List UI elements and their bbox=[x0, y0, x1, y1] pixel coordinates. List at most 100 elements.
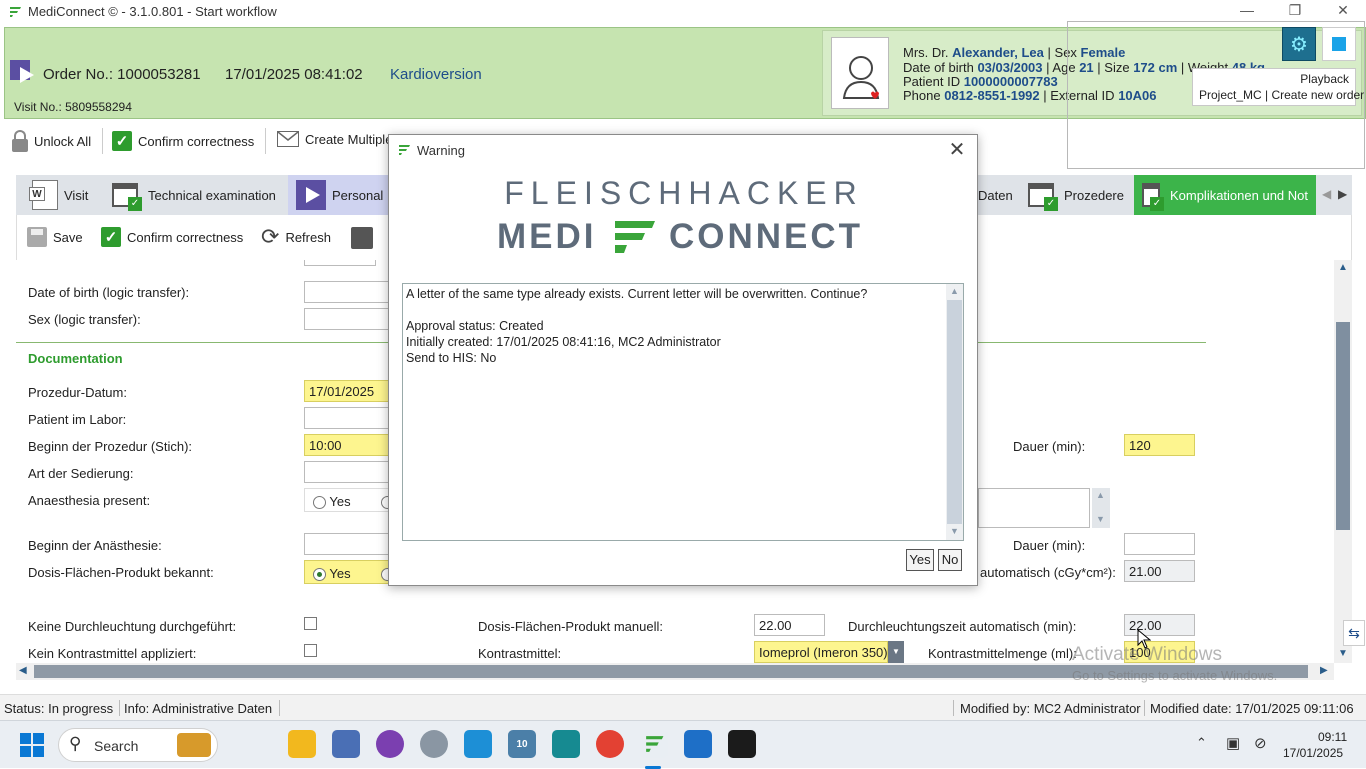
scroll-up-icon[interactable]: ▲ bbox=[1338, 262, 1348, 273]
stop-button[interactable] bbox=[1322, 27, 1356, 61]
volume-muted-icon[interactable]: ⊘ bbox=[1254, 734, 1267, 752]
scroll-up-icon[interactable]: ▲ bbox=[950, 286, 959, 296]
search-icon: ⚲ bbox=[69, 734, 82, 753]
field-beginn-anaesthesie[interactable] bbox=[304, 533, 394, 555]
create-multiple-button[interactable]: Create Multiple bbox=[277, 131, 392, 147]
yes-button[interactable]: Yes bbox=[906, 549, 934, 571]
chrome-icon[interactable] bbox=[596, 730, 624, 758]
vs-code-icon[interactable] bbox=[464, 730, 492, 758]
notepad-icon[interactable] bbox=[684, 730, 712, 758]
playback-project: Project_MC | Create new order bbox=[1199, 88, 1365, 102]
windows-start-icon[interactable] bbox=[20, 733, 44, 757]
tab-visit[interactable]: W Visit bbox=[24, 175, 96, 215]
label-kontrastmenge: Kontrastmittelmenge (ml): bbox=[928, 646, 1077, 661]
vertical-scroll-thumb[interactable] bbox=[1336, 322, 1350, 530]
field-patient-labor[interactable] bbox=[304, 407, 394, 429]
warning-dialog: Warning ✕ FLEISCHHACKER MEDI CONNECT A l… bbox=[388, 134, 978, 586]
field-dosis-auto[interactable]: 21.00 bbox=[1124, 560, 1195, 582]
checkbox-keine-durchleuchtung[interactable] bbox=[304, 617, 317, 630]
checkbox-kein-kontrast[interactable] bbox=[304, 644, 317, 657]
chevron-up-icon[interactable]: ⌃ bbox=[1196, 735, 1207, 751]
patient-line-3: Patient ID 1000000007783 bbox=[903, 74, 1058, 89]
calendar-app-icon[interactable]: 10 bbox=[508, 730, 536, 758]
scroll-down-icon[interactable]: ▼ bbox=[1338, 648, 1348, 659]
label-dob-logic: Date of birth (logic transfer): bbox=[28, 285, 190, 300]
clock-app-icon[interactable] bbox=[420, 730, 448, 758]
network-app-icon[interactable] bbox=[332, 730, 360, 758]
dialog-close-icon[interactable]: ✕ bbox=[945, 139, 969, 163]
radio-dosis-yes[interactable]: Yes bbox=[313, 566, 351, 582]
fleischhacker-logo: FLEISCHHACKER MEDI CONNECT bbox=[497, 175, 864, 256]
network-icon[interactable]: ▣ bbox=[1226, 734, 1240, 752]
field-prozedur-datum[interactable]: 17/01/2025 bbox=[304, 380, 394, 402]
procedure-name: Kardioversion bbox=[390, 66, 482, 83]
radio-anaesthesia-yes[interactable]: Yes bbox=[313, 494, 351, 510]
label-beginn-prozedur: Beginn der Prozedur (Stich): bbox=[28, 439, 193, 454]
modified-date: Modified date: 17/01/2025 09:11:06 bbox=[1150, 701, 1354, 716]
restore-button[interactable]: ❐ bbox=[1283, 2, 1307, 19]
section-documentation: Documentation bbox=[28, 351, 123, 366]
label-anaesthesia: Anaesthesia present: bbox=[28, 493, 151, 508]
listbox-right[interactable] bbox=[978, 488, 1090, 528]
scroll-left-icon[interactable]: ◀ bbox=[19, 665, 27, 676]
word-document-icon: W bbox=[29, 180, 58, 210]
status-divider bbox=[119, 700, 120, 716]
window-title: MediConnect © - 3.1.0.801 - Start workfl… bbox=[28, 4, 277, 19]
mouse-cursor-icon bbox=[1137, 629, 1151, 649]
label-prozedur-datum: Prozedur-Datum: bbox=[28, 385, 127, 400]
refresh-icon: ⟳ bbox=[261, 224, 280, 249]
refresh-button[interactable]: ⟳ Refresh bbox=[261, 224, 331, 249]
field-dauer-1[interactable]: 120 bbox=[1124, 434, 1195, 456]
playback-gear-icon[interactable]: ⚙ bbox=[1282, 27, 1316, 61]
tab-prozedere[interactable]: Prozedere bbox=[1020, 175, 1132, 215]
field-durchleuchtungszeit[interactable]: 22.00 bbox=[1124, 614, 1195, 636]
status-text: Status: In progress bbox=[4, 701, 114, 716]
taskbar-search[interactable]: ⚲ Search bbox=[58, 728, 218, 762]
confirm-correctness-button[interactable]: ✓ Confirm correctness bbox=[112, 131, 254, 151]
no-button[interactable]: No bbox=[938, 549, 962, 571]
message-scroll-thumb[interactable] bbox=[947, 300, 962, 524]
confirm-correctness-button-2[interactable]: ✓ Confirm correctness bbox=[101, 227, 243, 247]
xray-icon[interactable] bbox=[351, 227, 373, 249]
order-play-icon[interactable] bbox=[10, 60, 34, 83]
status-bar: Status: In progress Info: Administrative… bbox=[0, 694, 1366, 720]
tab-technical-examination[interactable]: Technical examination bbox=[104, 175, 284, 215]
field-partial-top[interactable] bbox=[304, 260, 376, 266]
terminal-icon[interactable] bbox=[728, 730, 756, 758]
field-dosis-manuell[interactable]: 22.00 bbox=[754, 614, 825, 636]
field-art-sedierung[interactable] bbox=[304, 461, 394, 483]
file-explorer-icon[interactable] bbox=[288, 730, 316, 758]
scroll-right-icon[interactable]: ▶ bbox=[1320, 665, 1328, 676]
message-scrollbar[interactable]: ▲ ▼ bbox=[946, 284, 963, 540]
lock-icon bbox=[12, 130, 28, 152]
scroll-down-icon[interactable]: ▼ bbox=[950, 526, 959, 536]
dialog-title: Warning bbox=[417, 143, 465, 158]
mediconnect-taskbar-icon[interactable] bbox=[640, 730, 668, 758]
floppy-disk-icon bbox=[27, 227, 47, 247]
tab-personal[interactable]: Personal bbox=[288, 175, 392, 215]
visit-number: Visit No.: 5809558294 bbox=[14, 100, 132, 114]
field-dob-logic[interactable] bbox=[304, 281, 394, 303]
tab-scroll-right-icon[interactable]: ▶ bbox=[1338, 187, 1347, 201]
close-window-button[interactable]: ✕ bbox=[1331, 2, 1355, 19]
save-button[interactable]: Save bbox=[27, 227, 83, 247]
unlock-all-button[interactable]: Unlock All bbox=[12, 130, 91, 152]
field-sex-logic[interactable] bbox=[304, 308, 394, 330]
minimize-button[interactable]: — bbox=[1235, 2, 1259, 18]
play-icon bbox=[296, 180, 326, 210]
tab-komplikationen[interactable]: Komplikationen und Not bbox=[1134, 175, 1316, 215]
select-kontrastmittel[interactable]: Iomeprol (Imeron 350) bbox=[754, 641, 888, 663]
listbox-scrollbar[interactable]: ▲ ▼ bbox=[1092, 488, 1110, 528]
field-dauer-2[interactable] bbox=[1124, 533, 1195, 555]
dialog-message-box: A letter of the same type already exists… bbox=[402, 283, 964, 541]
windows-taskbar: ⚲ Search 10 ⌃ ▣ ⊘ 09:11 17/01/2025 bbox=[0, 720, 1366, 769]
automation-gear-icon[interactable] bbox=[552, 730, 580, 758]
remote-support-icon[interactable]: ⇆ bbox=[1343, 620, 1365, 646]
tab-scroll-left-icon[interactable]: ◀ bbox=[1322, 187, 1331, 201]
patient-avatar-icon bbox=[831, 37, 889, 109]
status-divider bbox=[1144, 700, 1145, 716]
field-beginn-prozedur[interactable]: 10:00 bbox=[304, 434, 394, 456]
label-durchleuchtungszeit: Durchleuchtungszeit automatisch (min): bbox=[848, 619, 1077, 634]
chevron-down-icon[interactable]: ▼ bbox=[888, 641, 904, 663]
github-icon[interactable] bbox=[376, 730, 404, 758]
